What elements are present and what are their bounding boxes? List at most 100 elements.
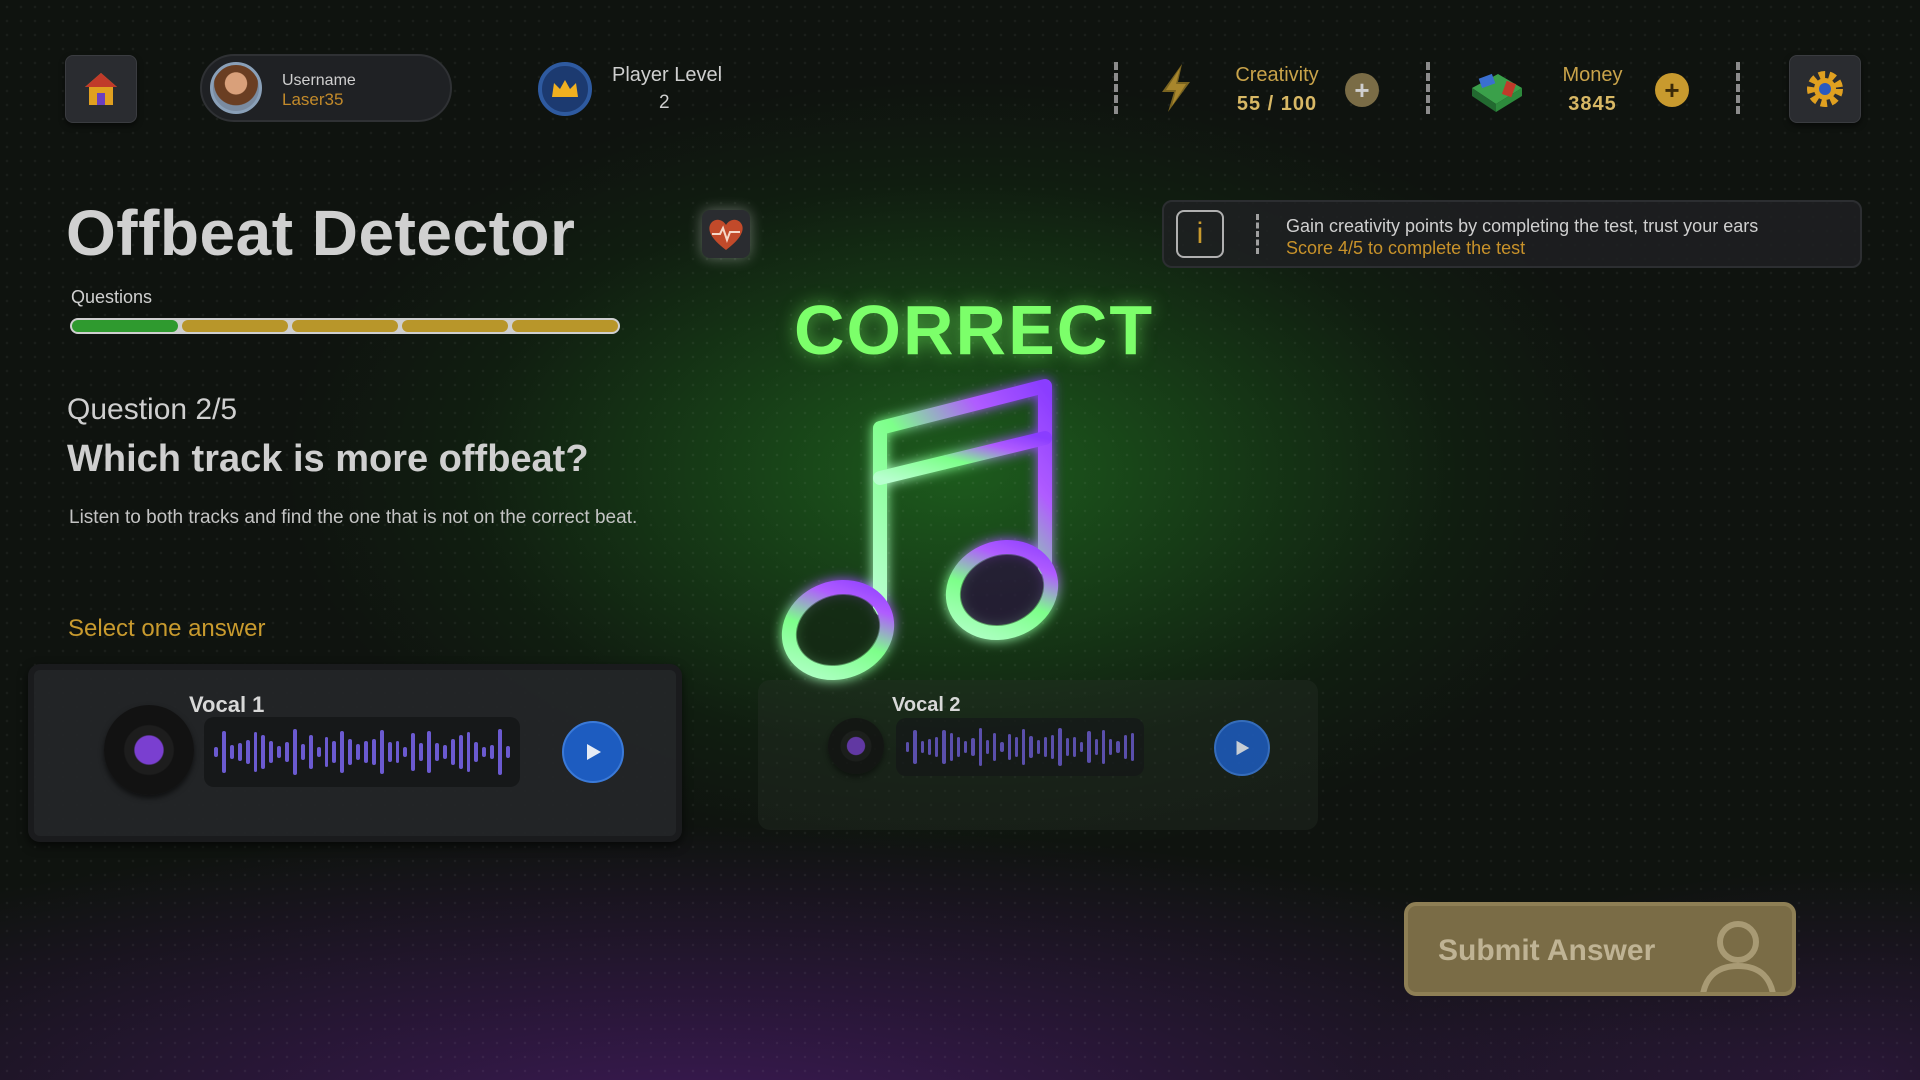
waveform-bar [269,741,274,763]
waveform-bar [490,745,495,759]
waveform-bar [1109,738,1113,756]
waveform-bar [506,745,510,759]
username: Laser35 [282,90,344,109]
money-stack-icon [1472,73,1522,112]
divider [1256,214,1259,254]
track-card-vocal-1[interactable]: Vocal 1 [28,664,682,842]
waveform-bar [379,729,384,775]
home-icon [85,73,117,105]
waveform [204,717,520,787]
question-count: Question 2/5 [67,393,238,426]
waveform-bar [927,738,931,756]
waveform-bar [458,735,463,769]
settings-button[interactable] [1789,55,1861,123]
waveform-bar [324,737,329,767]
waveform-bar [356,744,360,760]
waveform-bar [442,745,447,759]
play-icon [1236,740,1250,756]
waveform-bar [395,740,400,764]
waveform-bar [920,740,924,754]
waveform-bar [285,742,289,762]
select-answer-label: Select one answer [68,615,266,642]
question-progress-bar [70,318,620,334]
play-icon [587,744,601,760]
waveform-bar [1087,730,1091,764]
heart-pulse-icon [709,219,743,250]
username-label: Username [282,72,356,89]
divider [1426,62,1430,114]
gear-icon [1807,71,1843,107]
waveform-bar [935,736,939,758]
waveform-bar [1101,729,1105,765]
waveform-bar [435,742,439,761]
waveform-bar [1065,738,1069,756]
vinyl-icon [104,705,194,795]
waveform-bar [993,732,997,762]
progress-segment [402,320,508,332]
waveform-bar [237,743,242,761]
money-label: Money [1562,64,1623,86]
waveform-bar [474,742,479,762]
user-profile[interactable]: Username Laser35 [200,54,452,122]
track-card-vocal-2[interactable]: Vocal 2 [758,680,1318,830]
avatar [210,62,262,114]
waveform-bar [1043,737,1047,757]
waveform-bar [1058,728,1062,766]
play-button[interactable] [562,721,624,783]
waveform [896,718,1144,776]
question-text: Which track is more offbeat? [67,438,589,480]
waveform-bar [261,735,266,769]
music-note-icon [781,379,1059,681]
waveform-bar [482,746,487,758]
questions-label: Questions [71,287,153,307]
waveform-bar [1094,738,1098,756]
waveform-bar [1014,737,1018,757]
waveform-bar [1080,741,1084,753]
waveform-bar [221,731,226,773]
waveform-bar [1022,729,1026,765]
waveform-bar [1051,735,1055,759]
waveform-bar [1116,740,1120,754]
waveform-bar [300,744,305,760]
waveform-bar [971,738,975,756]
player-level-label: Player Level [612,64,723,86]
submit-answer-button[interactable]: Submit Answer [1404,902,1796,996]
waveform-bar [1072,737,1076,757]
player-level-badge [538,62,592,116]
progress-segment [512,320,618,332]
home-button[interactable] [65,55,137,123]
add-money-button[interactable]: + [1655,73,1689,107]
add-creativity-button[interactable]: + [1345,73,1379,107]
waveform-bar [964,740,968,754]
waveform-bar [1036,739,1040,755]
divider [1114,62,1118,114]
waveform-bar [466,732,471,772]
info-requirement: Score 4/5 to complete the test [1286,238,1526,258]
waveform-bar [332,740,337,764]
waveform-bar [956,737,960,757]
progress-segment [72,320,178,332]
info-banner: i Gain creativity points by completing t… [1162,200,1862,268]
waveform-bar [427,731,432,773]
lightning-icon [1162,64,1190,112]
waveform-bar [450,738,455,766]
waveform-bar [371,738,376,766]
waveform-bar [292,729,297,775]
progress-segment [292,320,398,332]
waveform-bar [942,730,946,764]
game-title: Offbeat Detector [66,197,576,269]
waveform-bar [978,728,982,766]
heart-rate-button[interactable] [702,210,750,258]
waveform-bar [1123,735,1127,759]
plus-icon: + [1354,74,1370,105]
waveform-bar [949,732,953,762]
track-title: Vocal 1 [189,692,265,717]
waveform-bar [419,742,424,762]
waveform-bar [906,742,910,752]
waveform-bar [316,746,321,758]
divider [1736,62,1740,114]
waveform-bar [253,731,258,773]
waveform-bar [245,740,250,764]
progress-segment [182,320,288,332]
play-button[interactable] [1214,720,1270,776]
